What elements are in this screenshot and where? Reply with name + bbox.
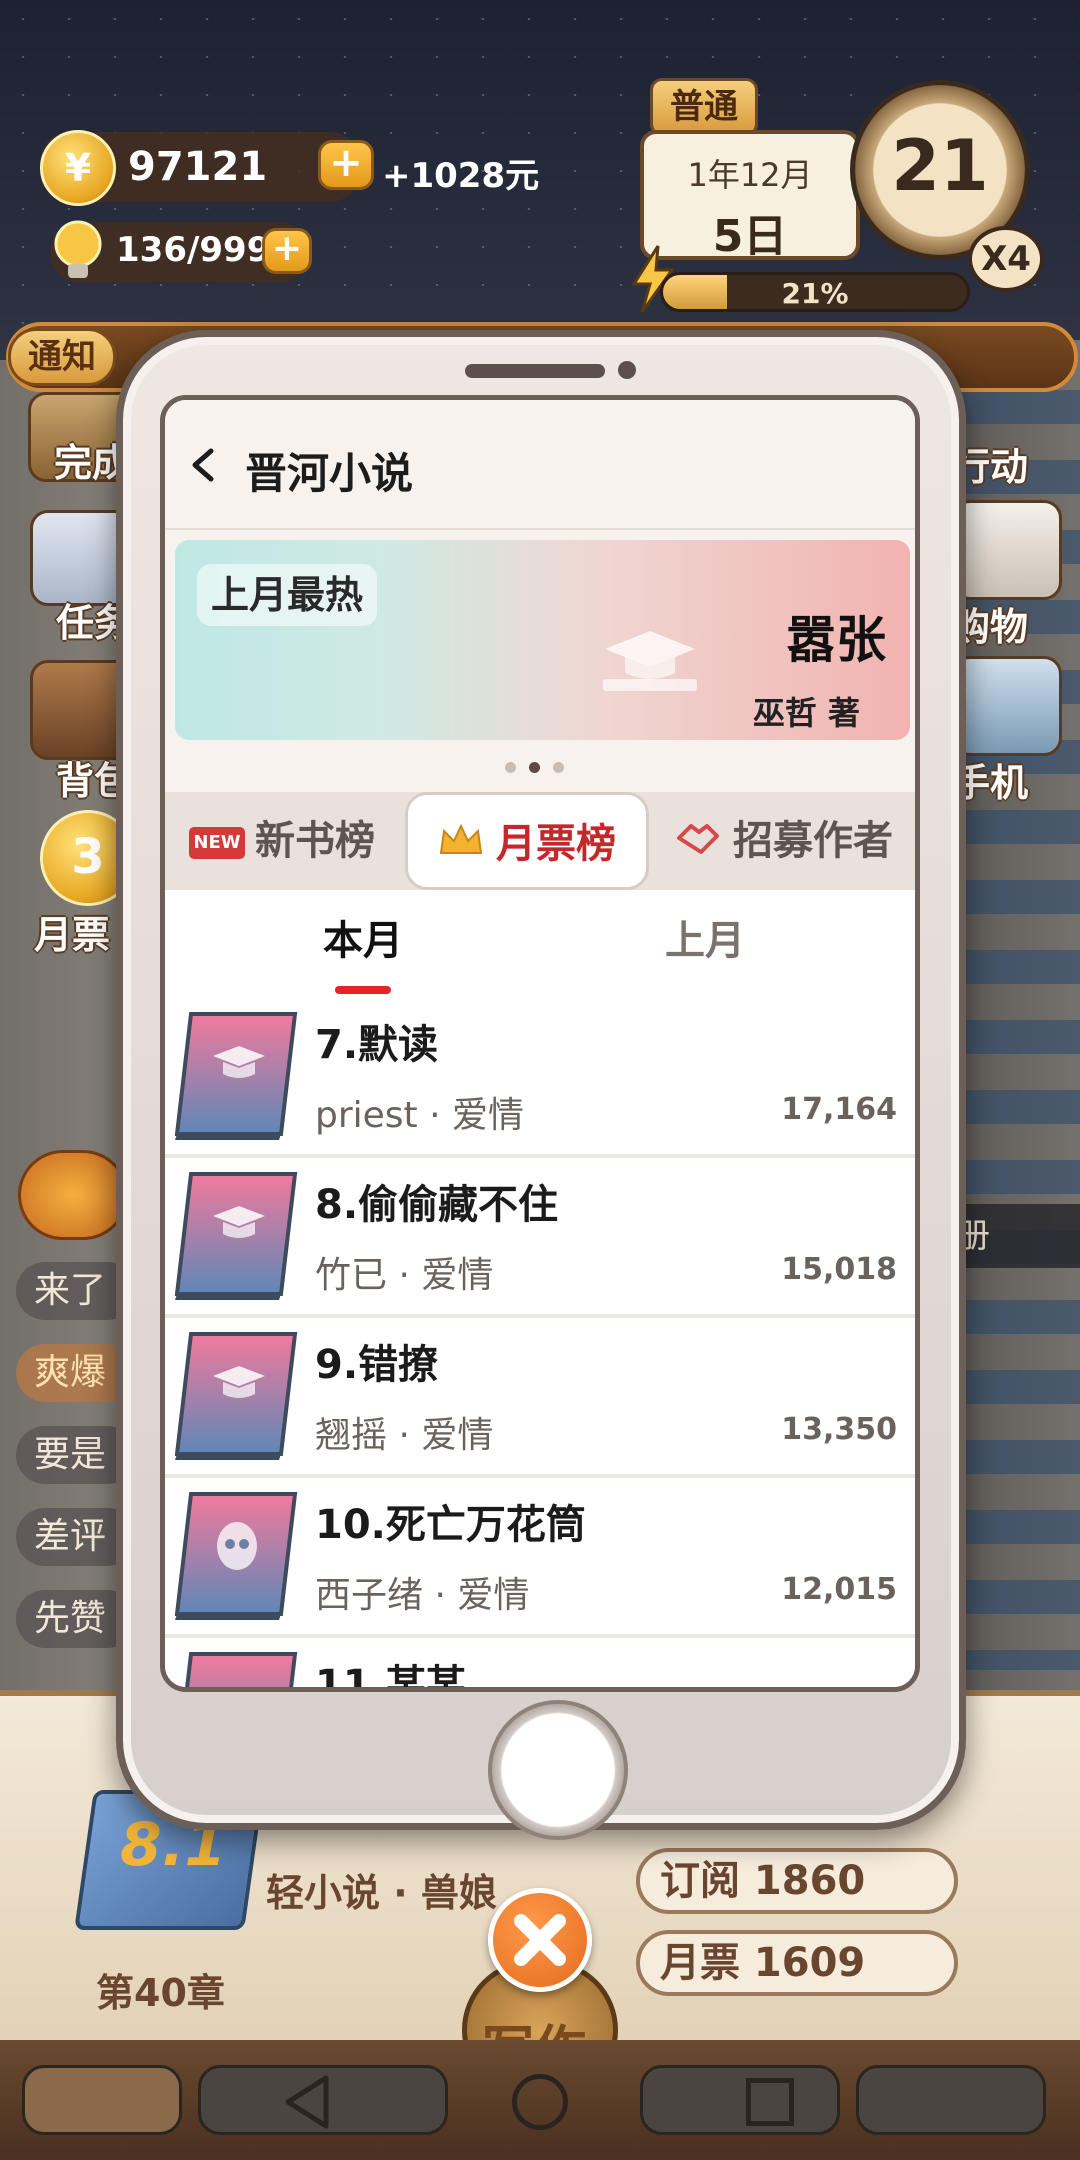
side-menu-monthly[interactable]: 月票 [34,904,110,959]
app-title: 晋河小说 [245,449,414,498]
book-cover [171,1010,299,1142]
progress-text: 21% [781,277,849,310]
tab-monthly-votes[interactable]: 月票榜 [405,792,649,890]
book-genre: 轻小说 · 兽娘 [266,1871,497,1915]
tab-recruit-authors[interactable]: 招募作者 [675,792,915,892]
book-votes: 12,015 [781,1572,897,1607]
close-button[interactable] [488,1888,592,1992]
day-number: 21 [891,125,989,207]
book-cover [171,1170,299,1302]
progress-bar: 21% [660,272,970,312]
tab-label: 新书榜 [255,818,375,864]
back-triangle-icon[interactable] [282,2074,332,2130]
subtab-this-month[interactable]: 本月 [323,908,403,966]
crown-icon [438,797,484,895]
tab-label: 月票榜 [496,821,616,867]
book-cover [171,1490,299,1622]
book-meta: priest · 爱情 [315,1095,525,1136]
bulb-amount: 136/999 [116,230,271,270]
book-votes: 15,018 [781,1252,897,1287]
chapter-label: 第40章 [96,1971,225,2015]
phone-screen: 晋河小说 上月最热 嚣张 巫哲 著 NEW 新书榜 月票榜 招募作者 本月 上月… [160,395,920,1692]
phone-icon [952,656,1062,756]
book-title: 10.死亡万花筒 [315,1502,586,1548]
add-coins-button[interactable]: + [318,140,374,190]
graduation-cap-icon [595,625,705,695]
list-item[interactable]: 11.某某 [165,1640,915,1692]
date-month: 1年12月 [687,156,813,194]
add-bulbs-button[interactable]: + [262,228,312,274]
phone-home-button[interactable] [488,1700,628,1840]
coin-icon: ¥ [40,130,116,206]
nav-button-left[interactable] [22,2065,182,2135]
speed-button[interactable]: X4 [968,226,1044,292]
phone-speaker [465,364,605,378]
close-icon [514,1914,566,1966]
monthly-vote-count: 月票 1609 [636,1930,958,1996]
carousel-dot[interactable] [505,762,516,773]
home-circle-icon[interactable] [512,2074,568,2130]
tab-label: 招募作者 [733,818,893,864]
nav-button-4[interactable] [856,2065,1046,2135]
period-subtabs: 本月 上月 [165,890,915,1000]
income-amount: +1028元 [382,156,540,196]
tab-new-books[interactable]: NEW 新书榜 [189,792,419,890]
list-item[interactable]: 10.死亡万花筒 西子绪 · 爱情 12,015 [165,1480,915,1638]
banner-book-title: 嚣张 [786,611,886,669]
book-votes: 17,164 [781,1092,897,1127]
nav-button-3[interactable] [640,2065,840,2135]
date-card: 1年12月 5日 [640,130,860,262]
featured-banner[interactable]: 上月最热 嚣张 巫哲 著 [175,540,910,740]
treasure-chest-icon[interactable] [18,1150,128,1240]
book-meta: 翘摇 · 爱情 [315,1415,494,1456]
active-tab-underline [335,986,391,994]
lightbulb-icon [48,218,108,284]
list-item[interactable]: 7.默读 priest · 爱情 17,164 [165,1000,915,1158]
phone-camera [618,361,636,379]
carousel-dot-active[interactable] [529,762,540,773]
book-cover [171,1330,299,1462]
book-title: 9.错撩 [315,1342,439,1388]
app-header: 晋河小说 [165,400,915,530]
list-item[interactable]: 9.错撩 翘摇 · 爱情 13,350 [165,1320,915,1478]
notice-label: 通知 [8,328,116,386]
book-title: 7.默读 [315,1022,439,1068]
ranking-tabs: NEW 新书榜 月票榜 招募作者 [165,792,915,890]
book-cover [171,1650,299,1687]
list-item[interactable]: 8.偷偷藏不住 竹已 · 爱情 15,018 [165,1160,915,1318]
book-votes: 13,350 [781,1412,897,1447]
mode-tag[interactable]: 普通 [650,78,758,136]
new-badge: NEW [189,827,245,859]
carousel-dot[interactable] [553,762,564,773]
back-chevron-icon[interactable] [187,448,221,482]
subscription-count: 订阅 1860 [636,1848,958,1914]
book-title: 11.某某 [315,1662,466,1692]
coin-amount: 97121 [128,144,268,190]
banner-author: 巫哲 著 [752,694,860,732]
book-title: 8.偷偷藏不住 [315,1182,559,1228]
book-meta: 西子绪 · 爱情 [315,1575,530,1616]
shop-icon [952,500,1062,600]
subtab-last-month[interactable]: 上月 [665,908,745,966]
carousel-dots [505,762,585,774]
banner-tag: 上月最热 [197,564,378,626]
handshake-icon [675,794,721,892]
book-meta: 竹已 · 爱情 [315,1255,494,1296]
recents-square-icon[interactable] [746,2078,794,2126]
